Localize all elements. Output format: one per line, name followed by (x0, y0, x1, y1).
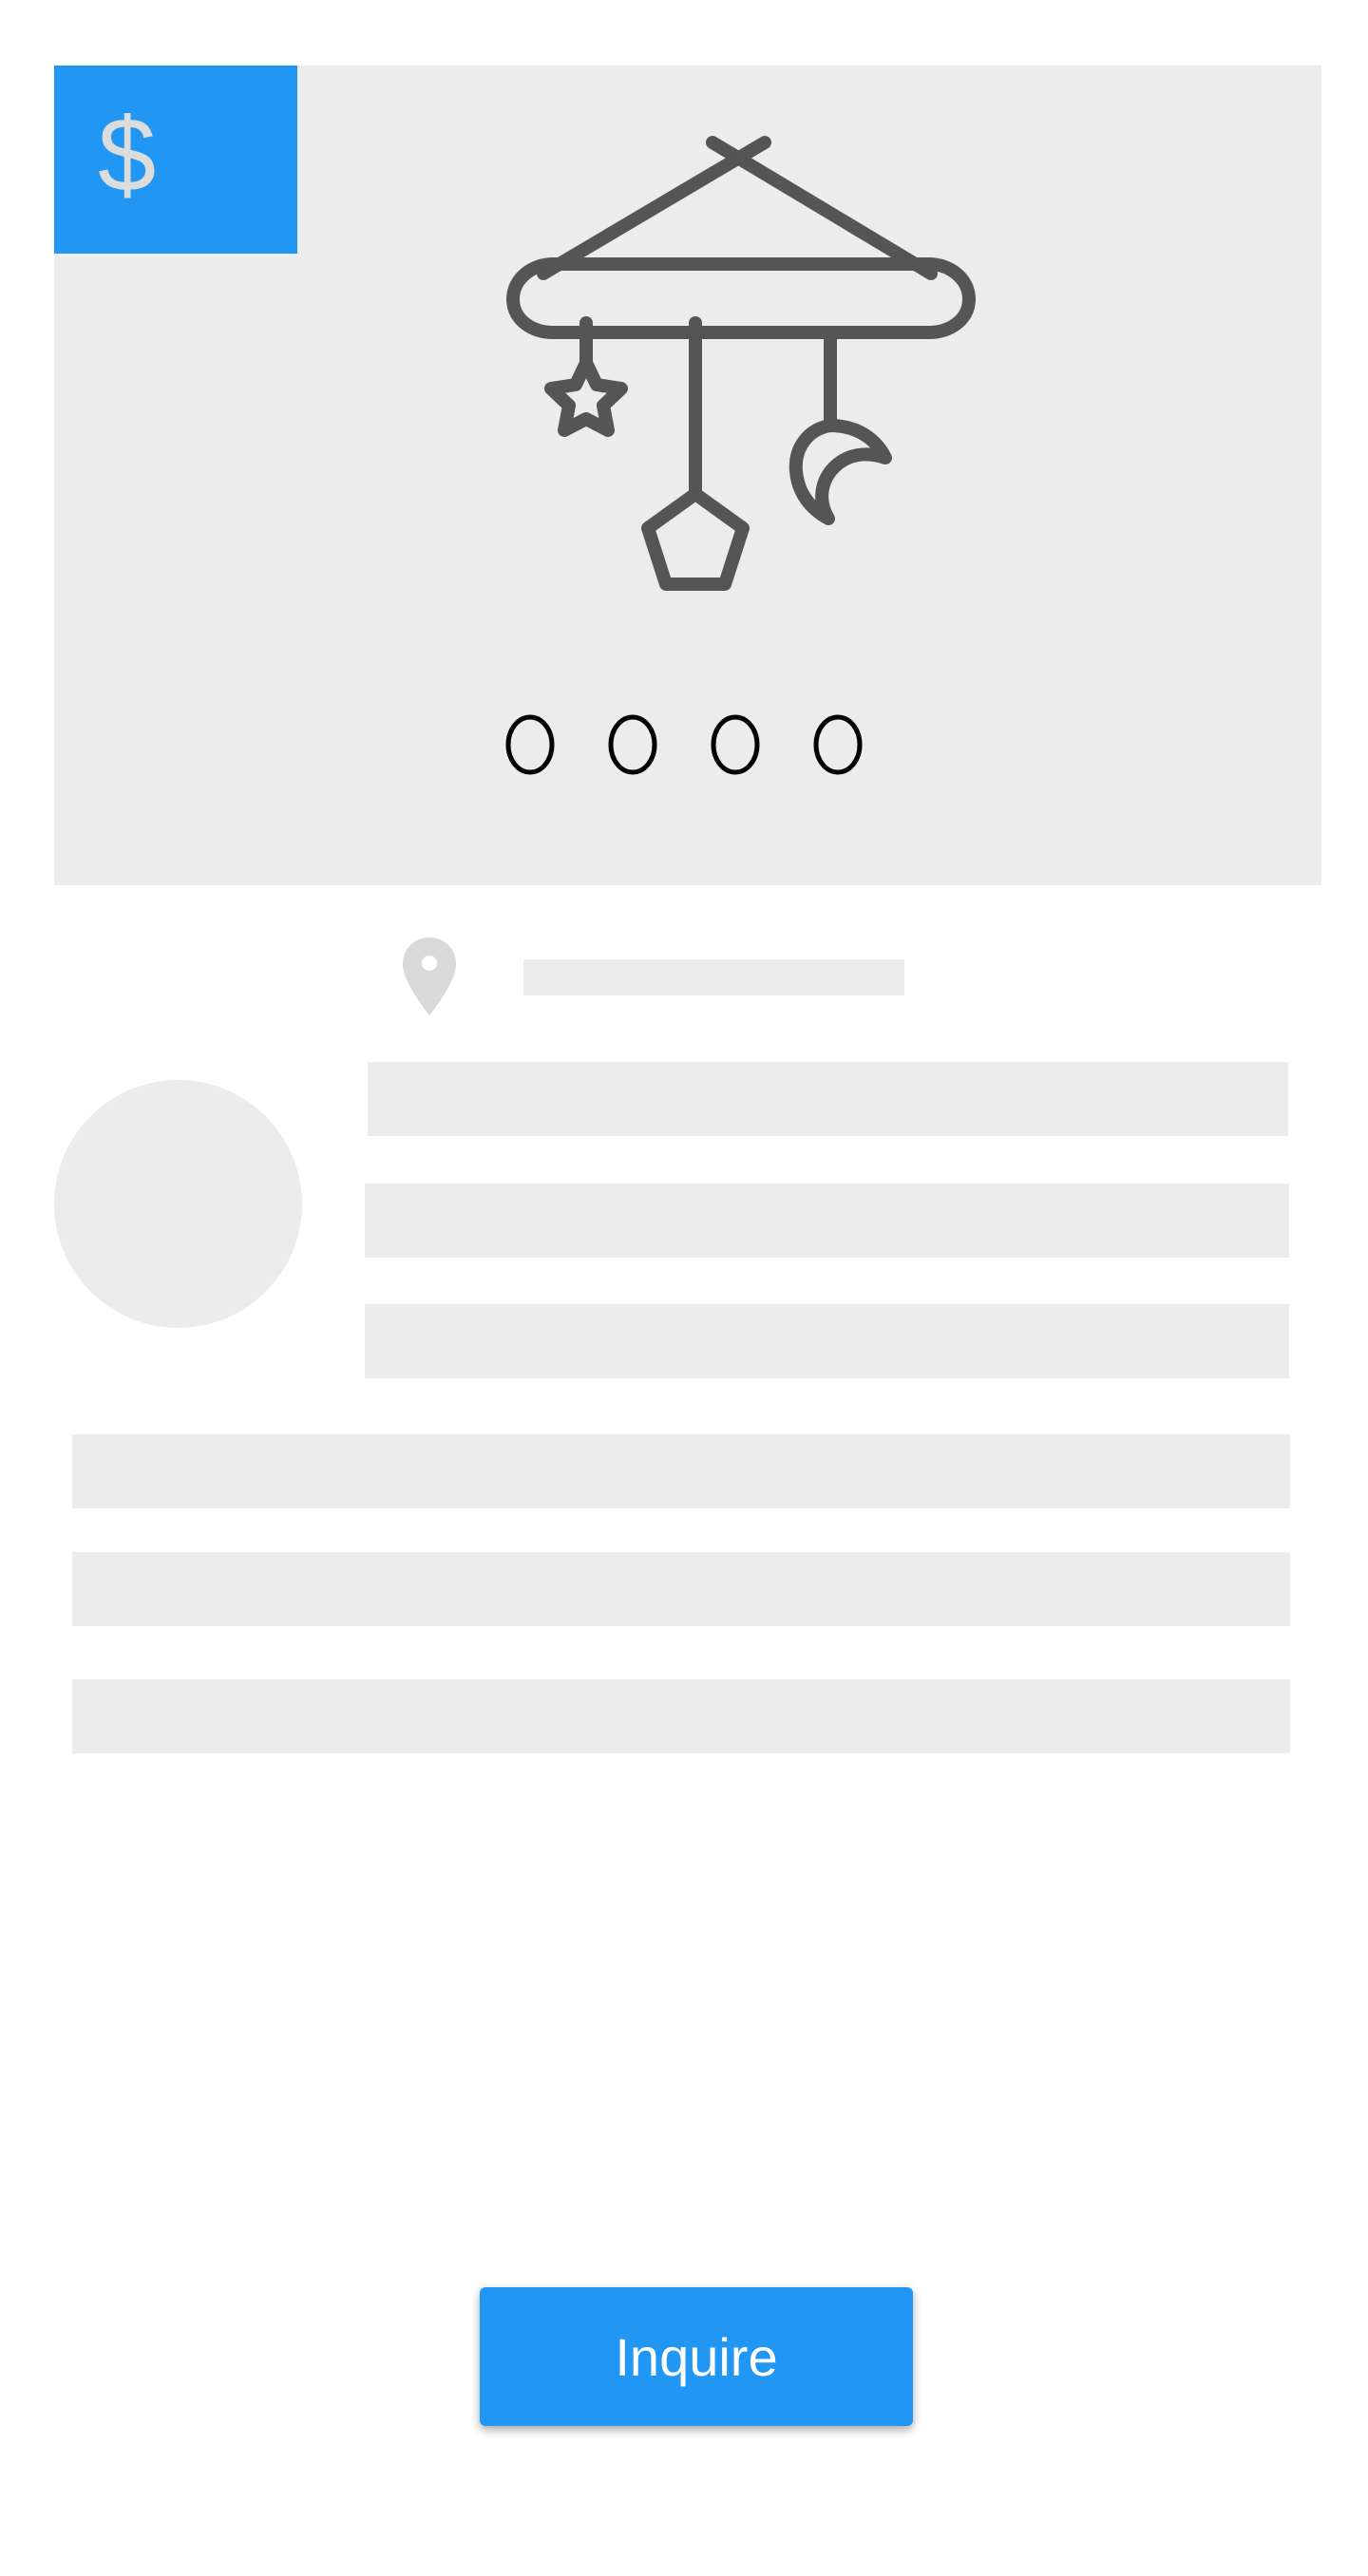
description-line-placeholder (72, 1552, 1290, 1626)
circle-outline-icon (813, 714, 863, 775)
map-pin-icon (403, 938, 456, 1015)
baby-mobile-icon (506, 136, 976, 591)
meta-placeholder (365, 1304, 1289, 1378)
carousel-dot-3[interactable] (711, 714, 760, 775)
description-line-placeholder (72, 1434, 1290, 1508)
circle-outline-icon (608, 714, 657, 775)
inquire-button[interactable]: Inquire (480, 2287, 913, 2426)
carousel-pager (0, 714, 1368, 775)
circle-outline-icon (505, 714, 555, 775)
circle-outline-icon (711, 714, 760, 775)
avatar (54, 1080, 302, 1328)
price-badge: $ (54, 66, 297, 254)
carousel-dot-2[interactable] (608, 714, 657, 775)
carousel-dot-4[interactable] (813, 714, 863, 775)
location-text-placeholder (523, 959, 904, 995)
carousel-dot-1[interactable] (505, 714, 555, 775)
dollar-icon: $ (98, 97, 157, 214)
description-line-placeholder (72, 1679, 1290, 1753)
subtitle-placeholder (365, 1184, 1289, 1258)
title-placeholder (368, 1062, 1288, 1136)
